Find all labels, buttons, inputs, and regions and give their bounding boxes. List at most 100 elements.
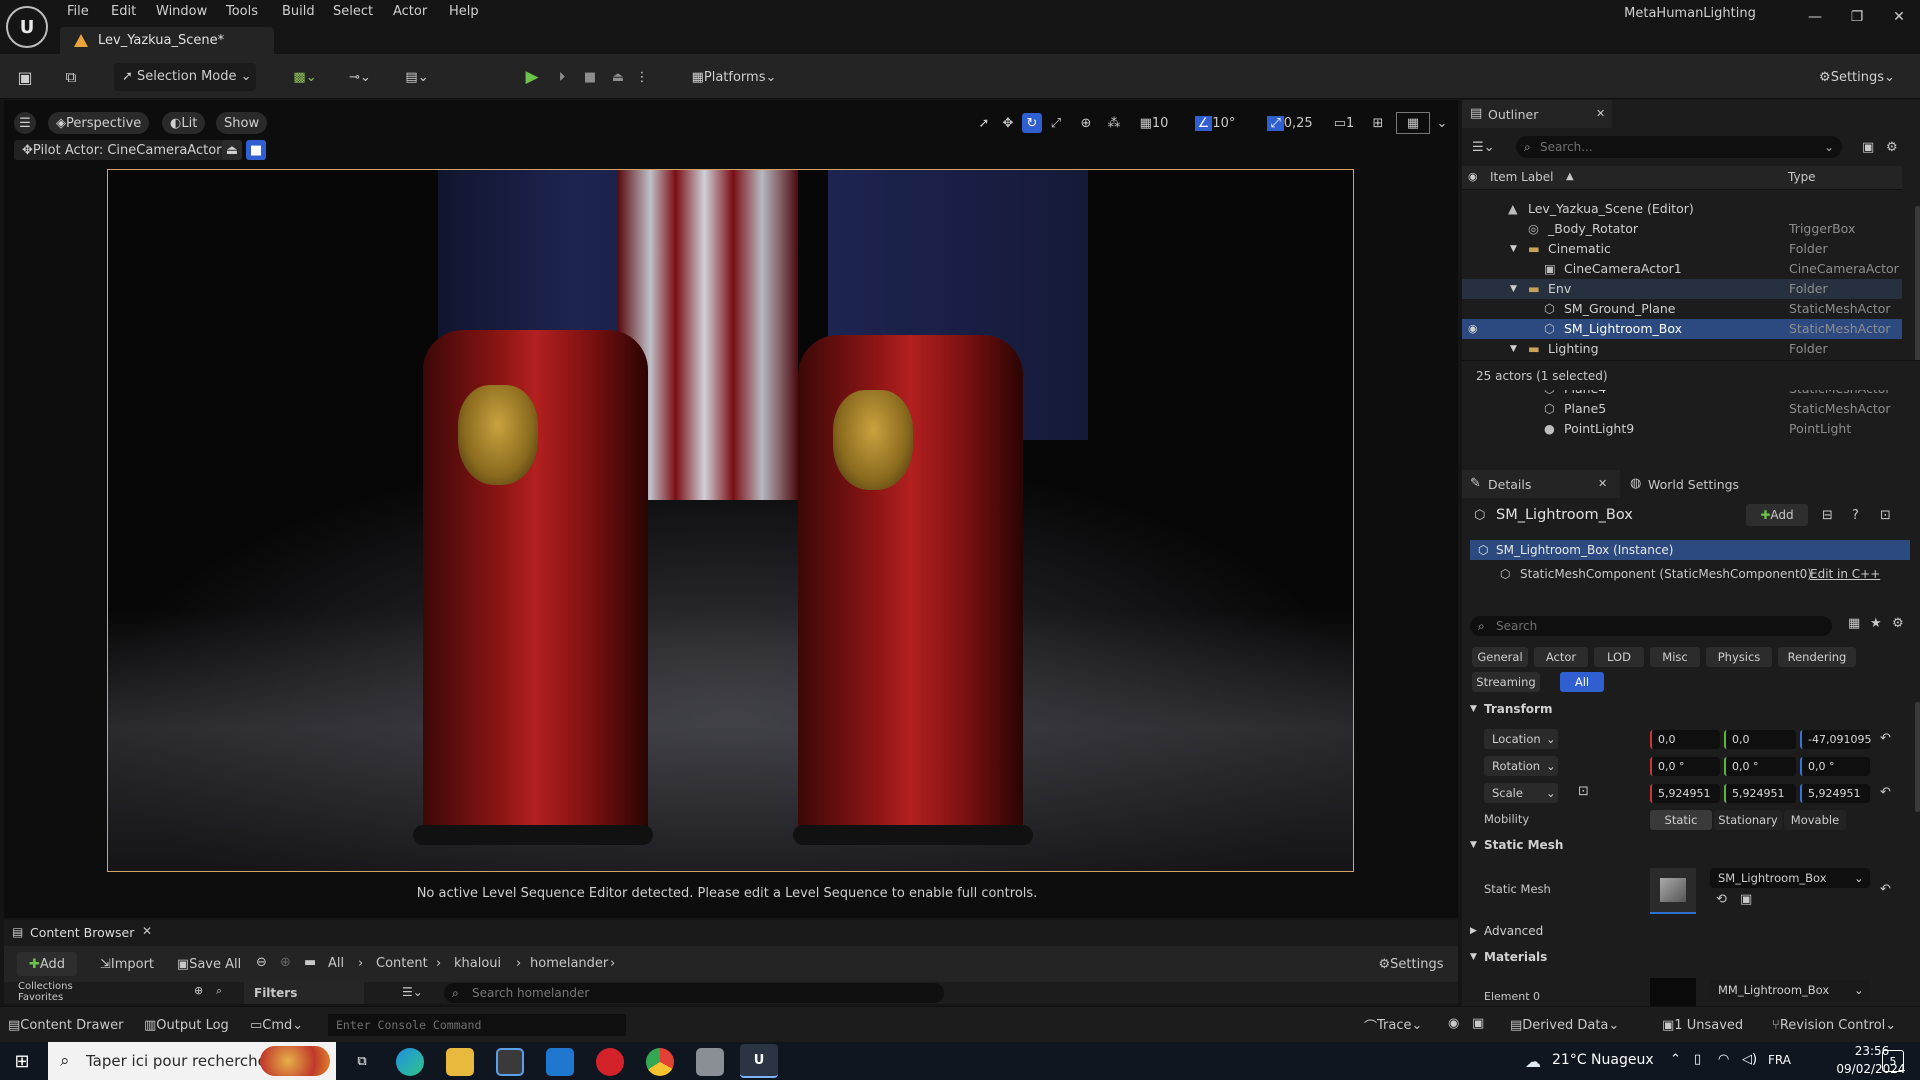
step-icon[interactable]: ⏵: [550, 63, 574, 91]
filter-rendering[interactable]: Rendering: [1778, 647, 1856, 667]
scale-x-input[interactable]: 5,924951: [1650, 784, 1720, 803]
location-x-input[interactable]: 0,0: [1650, 730, 1720, 749]
play-icon[interactable]: ▶: [520, 63, 544, 91]
outliner-row[interactable]: ▼ ▬ Env Folder: [1462, 279, 1902, 299]
chevron-down-icon[interactable]: ▼: [1510, 239, 1517, 259]
filter-misc[interactable]: Misc: [1650, 647, 1700, 667]
blueprint-icon[interactable]: ⊸⌄: [342, 63, 378, 91]
menu-actor[interactable]: Actor: [393, 2, 427, 22]
scrollbar[interactable]: [1915, 702, 1920, 812]
hamburger-icon[interactable]: ☰: [14, 112, 36, 134]
reset-icon[interactable]: ↶: [1880, 731, 1891, 746]
rotation-z-input[interactable]: 0,0 °: [1800, 757, 1870, 776]
lock-icon[interactable]: ⊡: [1880, 508, 1891, 523]
outliner-row[interactable]: ◎ _Body_Rotator TriggerBox: [1462, 219, 1902, 239]
lit-button[interactable]: ◐ Lit: [162, 112, 206, 134]
add-folder-icon[interactable]: ▣: [1862, 140, 1874, 155]
more-options-icon[interactable]: ⋮: [634, 63, 650, 91]
platforms-dropdown[interactable]: ▦ Platforms ⌄: [684, 63, 784, 91]
stop-icon[interactable]: ■: [578, 63, 602, 91]
static-mesh-section[interactable]: ▼ Static Mesh: [1462, 834, 1902, 856]
materials-section[interactable]: ▼ Materials: [1462, 946, 1902, 968]
scale-tool-icon[interactable]: ⤢: [1046, 113, 1066, 133]
edge-icon[interactable]: [396, 1048, 424, 1076]
component-row[interactable]: ⬡ StaticMeshComponent (StaticMeshComponen…: [1500, 564, 1910, 584]
import-button[interactable]: ⇲ Import: [96, 952, 158, 976]
details-add-button[interactable]: ✚ Add: [1746, 504, 1808, 526]
translate-tool-icon[interactable]: ✥: [998, 113, 1018, 133]
rotate-tool-icon[interactable]: ↻: [1022, 113, 1042, 133]
selection-mode-dropdown[interactable]: ➚ Selection Mode ⌄: [114, 63, 256, 91]
volume-icon[interactable]: ◁): [1742, 1052, 1757, 1067]
help-icon[interactable]: ?: [1852, 508, 1859, 523]
outliner-row[interactable]: ▲ Lev_Yazkua_Scene (Editor): [1462, 199, 1902, 219]
chevron-down-icon[interactable]: ▼: [1510, 339, 1517, 359]
settings-dropdown[interactable]: ⚙ Settings ⌄: [1812, 63, 1902, 91]
chrome-icon[interactable]: [646, 1048, 674, 1076]
blueprint-icon[interactable]: ⊟: [1822, 508, 1833, 523]
level-tab[interactable]: Lev_Yazkua_Scene*: [60, 27, 274, 54]
favorites-label[interactable]: Favorites: [18, 993, 63, 1003]
menu-help[interactable]: Help: [449, 2, 479, 22]
cb-settings-button[interactable]: ⚙ Settings: [1374, 952, 1448, 976]
wifi-icon[interactable]: ◠: [1718, 1052, 1729, 1067]
details-search-input[interactable]: ⌕ Search: [1470, 616, 1832, 636]
file-explorer-icon[interactable]: [446, 1048, 474, 1076]
reset-icon[interactable]: ↶: [1880, 785, 1891, 800]
console-input[interactable]: Enter Console Command: [328, 1014, 626, 1036]
outliner-row[interactable]: ▼ ▬ Cinematic Folder: [1462, 239, 1902, 259]
weather-text[interactable]: 21°C Nuageux: [1552, 1052, 1654, 1068]
outliner-search-input[interactable]: ⌕ Search... ⌄: [1516, 136, 1842, 158]
gear-icon[interactable]: ⚙: [1892, 616, 1904, 631]
output-log-button[interactable]: ▥ Output Log: [144, 1015, 229, 1035]
world-settings-tab[interactable]: ◍ World Settings: [1630, 470, 1750, 498]
location-y-input[interactable]: 0,0: [1724, 730, 1796, 749]
scale-y-input[interactable]: 5,924951: [1724, 784, 1796, 803]
cinematics-icon[interactable]: ▤⌄: [399, 63, 435, 91]
table-view-icon[interactable]: ▦: [1848, 616, 1860, 631]
forward-icon[interactable]: ⊕: [280, 955, 291, 970]
outliner-row[interactable]: ⬡ Plane5 StaticMeshActor: [1462, 399, 1902, 419]
filter-icon[interactable]: ☰⌄: [402, 985, 423, 999]
layout-icon[interactable]: ⊞: [1368, 113, 1388, 133]
chevron-up-icon[interactable]: ⌃: [1670, 1052, 1681, 1067]
eye-icon[interactable]: ◉: [1468, 319, 1478, 339]
close-icon[interactable]: ✕: [1596, 107, 1605, 120]
scale-z-input[interactable]: 5,924951: [1800, 784, 1870, 803]
reset-icon[interactable]: ↶: [1880, 882, 1891, 897]
static-mesh-dropdown[interactable]: SM_Lightroom_Box ⌄: [1710, 868, 1870, 888]
task-view-icon[interactable]: ⧉: [350, 1051, 374, 1071]
menu-select[interactable]: Select: [333, 2, 373, 22]
epic-launcher-icon[interactable]: [696, 1048, 724, 1076]
perspective-button[interactable]: ◈ Perspective: [48, 112, 150, 134]
close-icon[interactable]: ✕: [1598, 477, 1607, 490]
filter-streaming[interactable]: Streaming: [1472, 672, 1540, 692]
eject-icon[interactable]: ⏏: [606, 63, 630, 91]
advanced-section[interactable]: ▶ Advanced: [1462, 920, 1902, 942]
unreal-logo-icon[interactable]: U: [6, 6, 48, 48]
menu-build[interactable]: Build: [282, 2, 315, 22]
mobility-movable[interactable]: Movable: [1784, 810, 1846, 830]
restore-button[interactable]: ❐: [1837, 4, 1877, 30]
content-icon[interactable]: ⧉: [58, 63, 84, 91]
menu-file[interactable]: File: [67, 2, 89, 22]
rotation-dropdown[interactable]: Rotation ⌄: [1484, 756, 1558, 776]
breadcrumb-content[interactable]: Content: [376, 956, 428, 971]
breadcrumb-khaloui[interactable]: khaloui: [454, 956, 501, 971]
derived-data-dropdown[interactable]: ▤ Derived Data ⌄: [1510, 1015, 1619, 1035]
outliner-row[interactable]: ⬡ SM_Ground_Plane StaticMeshActor: [1462, 299, 1902, 319]
scale-dropdown[interactable]: Scale ⌄: [1484, 783, 1558, 803]
menu-tools[interactable]: Tools: [226, 2, 258, 22]
scrollbar[interactable]: [1915, 206, 1920, 366]
outliner-row[interactable]: ◉ ⬡ SM_Lightroom_Box StaticMeshActor: [1462, 319, 1902, 339]
camera-speed-button[interactable]: ▭ 1: [1324, 113, 1364, 133]
collections-label[interactable]: Collections: [18, 982, 73, 992]
viewport-grid-icon[interactable]: ▦: [1396, 112, 1430, 134]
trace-dropdown[interactable]: ⌒ Trace ⌄: [1364, 1015, 1422, 1035]
gear-icon[interactable]: ⚙: [1886, 140, 1898, 155]
filter-all[interactable]: All: [1560, 672, 1604, 692]
grid-snap-button[interactable]: ▦ 10: [1131, 113, 1177, 133]
mobility-static[interactable]: Static: [1650, 810, 1712, 830]
content-drawer-button[interactable]: ▤ Content Drawer: [8, 1015, 123, 1035]
camera-view-icon[interactable]: ■: [246, 140, 266, 160]
